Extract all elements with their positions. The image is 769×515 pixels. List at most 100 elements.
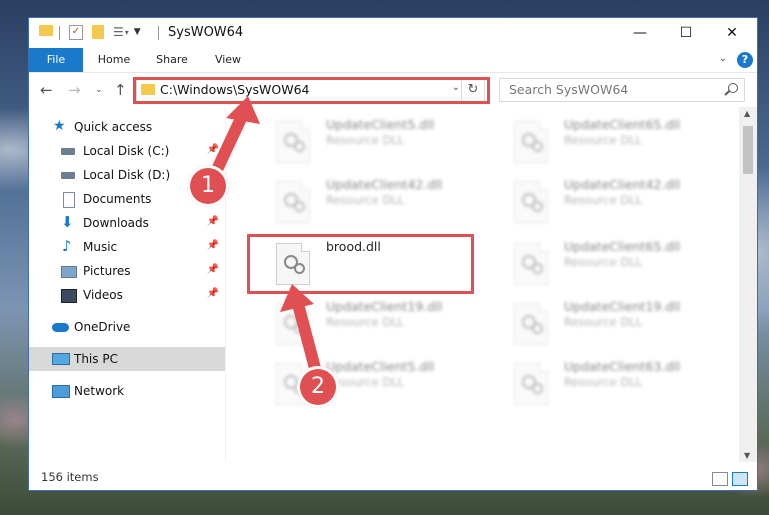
file-item[interactable]: UpdateClient65.dll Resource DLL — [494, 117, 714, 173]
file-item[interactable]: UpdateClient42.dll Resource DLL — [256, 177, 476, 233]
sidebar-item-videos[interactable]: Videos 📌 — [29, 283, 225, 307]
sidebar-item-label: OneDrive — [74, 320, 131, 334]
divider — [158, 26, 159, 40]
file-description: Resource DLL — [564, 133, 643, 147]
gear-icon — [532, 201, 543, 212]
sidebar-item-label: Local Disk (C:) — [83, 144, 170, 158]
list-icon: ☰ — [113, 25, 124, 39]
file-item[interactable]: UpdateClient5.dll Resource DLL — [256, 359, 476, 415]
computer-icon — [52, 353, 70, 365]
search-input[interactable]: Search SysWOW64 — [499, 78, 745, 102]
tab-file[interactable]: File — [29, 48, 83, 72]
sidebar-item-music[interactable]: ♪ Music 📌 — [29, 235, 225, 259]
scroll-down-icon[interactable]: ▼ — [744, 451, 750, 460]
file-item[interactable]: UpdateClient63.dll Resource DLL — [494, 359, 714, 415]
sidebar-item-this-pc[interactable]: This PC — [29, 347, 225, 371]
sidebar-item-label: Music — [83, 240, 118, 254]
pin-icon[interactable]: 📌 — [207, 240, 219, 251]
file-name: UpdateClient65.dll — [564, 239, 681, 254]
cloud-icon — [52, 323, 69, 332]
address-bar-highlight — [133, 77, 490, 104]
star-icon: ★ — [53, 118, 66, 134]
drive-icon — [61, 148, 75, 155]
new-folder-icon — [92, 25, 104, 39]
sidebar-item-onedrive[interactable]: OneDrive — [29, 315, 225, 339]
properties-button[interactable]: ✓ — [69, 25, 83, 40]
checkmark-icon: ✓ — [69, 25, 83, 40]
new-folder-button[interactable] — [92, 25, 104, 39]
tab-view[interactable]: View — [205, 48, 251, 72]
divider — [59, 26, 60, 40]
status-bar: 156 items — [29, 466, 757, 490]
download-arrow-icon: ⬇ — [61, 213, 74, 231]
pin-icon[interactable]: 📌 — [207, 144, 219, 155]
details-view-icon[interactable] — [712, 472, 728, 486]
sidebar-item-label: Downloads — [83, 216, 149, 230]
file-name: UpdateClient42.dll — [564, 177, 681, 192]
item-count: 156 items — [41, 470, 99, 484]
sidebar-item-label: Documents — [83, 192, 152, 206]
sidebar-item-label: Pictures — [83, 264, 131, 278]
gear-icon — [294, 201, 305, 212]
drive-icon — [61, 172, 75, 179]
file-name: UpdateClient42.dll — [326, 177, 443, 192]
document-icon — [63, 192, 75, 208]
ribbon-tabs: File Home Share View ⌄ ? — [29, 48, 757, 73]
file-description: Resource DLL — [564, 193, 643, 207]
help-button[interactable]: ? — [737, 52, 753, 68]
vertical-scrollbar[interactable]: ▲ ▼ — [739, 107, 757, 462]
gear-icon — [294, 141, 305, 152]
navigation-pane: ★ Quick access Local Disk (C:) 📌 Local D… — [29, 107, 226, 462]
file-name: UpdateClient19.dll — [564, 299, 681, 314]
expand-ribbon-icon[interactable]: ⌄ — [719, 53, 727, 64]
customize-toolbar-button[interactable]: ☰ ▾ ▼ — [113, 25, 141, 39]
sidebar-item-local-disk-c[interactable]: Local Disk (C:) 📌 — [29, 139, 225, 163]
sidebar-item-network[interactable]: Network — [29, 379, 225, 403]
window-title: SysWOW64 — [168, 25, 244, 40]
file-item[interactable]: UpdateClient19.dll Resource DLL — [494, 299, 714, 355]
gear-icon — [532, 141, 543, 152]
maximize-button[interactable]: ☐ — [663, 18, 709, 48]
tab-home[interactable]: Home — [89, 48, 139, 72]
music-note-icon: ♪ — [62, 237, 72, 255]
file-highlight — [247, 234, 474, 294]
gear-icon — [532, 383, 543, 394]
network-icon — [52, 385, 70, 398]
file-description: Resource DLL — [326, 193, 405, 207]
pin-icon[interactable]: 📌 — [207, 216, 219, 227]
back-arrow-icon[interactable]: ← — [40, 81, 53, 99]
file-description: Resource DLL — [326, 315, 405, 329]
forward-arrow-icon[interactable]: → — [68, 81, 81, 99]
pin-icon[interactable]: 📌 — [207, 264, 219, 275]
title-bar: ✓ ☰ ▾ ▼ SysWOW64 — ☐ ✕ — [29, 18, 757, 48]
sidebar-item-pictures[interactable]: Pictures 📌 — [29, 259, 225, 283]
step-1-badge: 1 — [187, 165, 229, 207]
file-item[interactable]: UpdateClient5.dll Resource DLL — [256, 117, 476, 173]
gear-icon — [294, 323, 305, 334]
sidebar-item-quick-access[interactable]: ★ Quick access — [29, 115, 225, 139]
file-item[interactable]: UpdateClient65.dll Resource DLL — [494, 239, 714, 295]
search-placeholder: Search SysWOW64 — [509, 82, 629, 97]
file-name: UpdateClient63.dll — [564, 359, 681, 374]
pin-icon[interactable]: 📌 — [207, 288, 219, 299]
file-description: Resource DLL — [326, 133, 405, 147]
gear-icon — [532, 323, 543, 334]
file-item[interactable]: UpdateClient19.dll Resource DLL — [256, 299, 476, 355]
sidebar-item-label: Quick access — [74, 120, 153, 134]
sidebar-item-downloads[interactable]: ⬇ Downloads 📌 — [29, 211, 225, 235]
file-name: UpdateClient19.dll — [326, 299, 443, 314]
close-button[interactable]: ✕ — [709, 18, 755, 48]
file-item[interactable]: UpdateClient42.dll Resource DLL — [494, 177, 714, 233]
file-description: Resource DLL — [564, 315, 643, 329]
minimize-button[interactable]: — — [617, 18, 663, 48]
scrollbar-thumb[interactable] — [743, 126, 753, 174]
search-icon — [728, 83, 738, 93]
scroll-up-icon[interactable]: ▲ — [744, 109, 750, 118]
large-icons-view-icon[interactable] — [732, 472, 748, 486]
sidebar-item-label: Network — [74, 384, 125, 398]
file-name: UpdateClient5.dll — [326, 117, 435, 132]
sidebar-item-label: Videos — [83, 288, 123, 302]
up-arrow-icon[interactable]: ↑ — [114, 81, 127, 99]
tab-share[interactable]: Share — [147, 48, 197, 72]
recent-locations-icon[interactable]: ⌄ — [95, 85, 103, 95]
